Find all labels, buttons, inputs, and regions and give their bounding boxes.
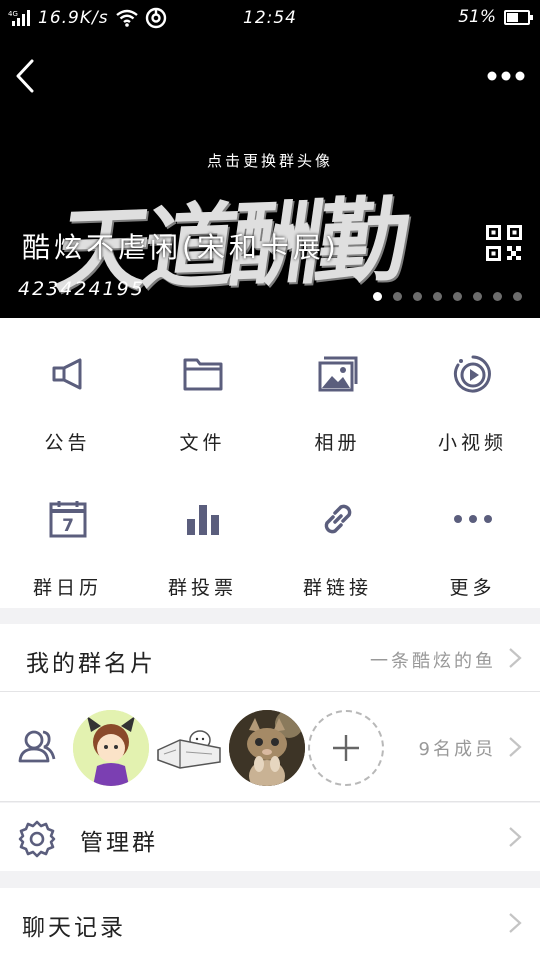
manage-group-title: 管理群 bbox=[80, 830, 158, 856]
group-header: 4G 16.9K/s 12:54 51% 点击更换群头像 天道酬勤 酷炫不虐闲(… bbox=[0, 0, 540, 318]
chevron-left-icon bbox=[16, 59, 34, 93]
chat-history-title: 聊天记录 bbox=[22, 915, 126, 941]
group-members-row[interactable]: 9名成员 bbox=[0, 692, 540, 802]
back-button[interactable] bbox=[10, 56, 40, 96]
page-dot[interactable] bbox=[453, 292, 462, 301]
chevron-right-icon bbox=[509, 737, 522, 757]
bar-chart-icon bbox=[183, 499, 223, 539]
battery-fill bbox=[507, 12, 519, 22]
page-dot[interactable] bbox=[433, 292, 442, 301]
link-icon bbox=[318, 499, 358, 539]
files-label: 文件 bbox=[179, 432, 226, 454]
status-bar: 4G 16.9K/s 12:54 51% bbox=[0, 0, 540, 36]
announcement-button[interactable]: 公告 bbox=[0, 318, 135, 463]
group-name: 酷炫不虐闲(宋和卡展) bbox=[22, 231, 340, 264]
group-calendar-button[interactable]: 7 群日历 bbox=[0, 463, 135, 608]
status-right: 51% bbox=[458, 7, 533, 27]
announcement-label: 公告 bbox=[44, 432, 91, 454]
chat-history-row[interactable]: 聊天记录 bbox=[0, 888, 540, 960]
short-video-icon bbox=[453, 354, 493, 394]
more-features-button[interactable]: 更多 bbox=[405, 463, 540, 608]
chevron-right-icon bbox=[509, 913, 522, 933]
group-id: 423424195 bbox=[18, 278, 145, 300]
page-dot[interactable] bbox=[473, 292, 482, 301]
album-button[interactable]: 相册 bbox=[270, 318, 405, 463]
files-button[interactable]: 文件 bbox=[135, 318, 270, 463]
more-options-button[interactable] bbox=[484, 62, 528, 90]
more-dots-icon bbox=[453, 499, 493, 539]
qr-code-icon bbox=[486, 225, 522, 261]
more-features-label: 更多 bbox=[449, 577, 496, 599]
page-dot[interactable] bbox=[373, 292, 382, 301]
page-dot[interactable] bbox=[413, 292, 422, 301]
page-dot[interactable] bbox=[393, 292, 402, 301]
folder-icon bbox=[183, 354, 223, 394]
members-icon bbox=[18, 730, 56, 763]
page-dot[interactable] bbox=[513, 292, 522, 301]
manage-group-row[interactable]: 管理群 bbox=[0, 803, 540, 871]
avatar-page-indicator bbox=[373, 292, 522, 301]
member-avatar[interactable] bbox=[73, 710, 149, 786]
calendar-day: 7 bbox=[62, 516, 74, 536]
group-vote-button[interactable]: 群投票 bbox=[135, 463, 270, 608]
group-calendar-label: 群日历 bbox=[32, 577, 102, 599]
battery-icon bbox=[504, 9, 533, 25]
megaphone-icon bbox=[48, 354, 88, 394]
feature-grid: 公告 文件 相册 小视频 7 群日历 群投票 群链接 更多 bbox=[0, 318, 540, 608]
battery-percent: 51% bbox=[458, 7, 496, 27]
chevron-right-icon bbox=[509, 648, 522, 668]
chevron-right-icon bbox=[509, 827, 522, 847]
gear-icon bbox=[18, 820, 56, 858]
my-group-card-value: 一条酷炫的鱼 bbox=[370, 651, 496, 672]
short-video-button[interactable]: 小视频 bbox=[405, 318, 540, 463]
group-vote-label: 群投票 bbox=[167, 577, 237, 599]
add-member-button[interactable] bbox=[308, 710, 384, 786]
album-label: 相册 bbox=[314, 432, 361, 454]
calendar-icon: 7 bbox=[48, 499, 88, 539]
photo-album-icon bbox=[318, 354, 358, 394]
member-count: 9名成员 bbox=[418, 739, 496, 760]
plus-icon bbox=[333, 735, 359, 761]
more-horizontal-icon bbox=[487, 71, 525, 81]
my-group-card-title: 我的群名片 bbox=[26, 651, 156, 677]
member-avatar[interactable] bbox=[229, 710, 305, 786]
my-group-card-row[interactable]: 我的群名片 一条酷炫的鱼 bbox=[0, 624, 540, 692]
group-link-label: 群链接 bbox=[302, 577, 372, 599]
page-dot[interactable] bbox=[493, 292, 502, 301]
group-link-button[interactable]: 群链接 bbox=[270, 463, 405, 608]
member-avatar[interactable] bbox=[150, 710, 226, 786]
qr-code-button[interactable] bbox=[486, 225, 522, 261]
short-video-label: 小视频 bbox=[437, 432, 507, 454]
